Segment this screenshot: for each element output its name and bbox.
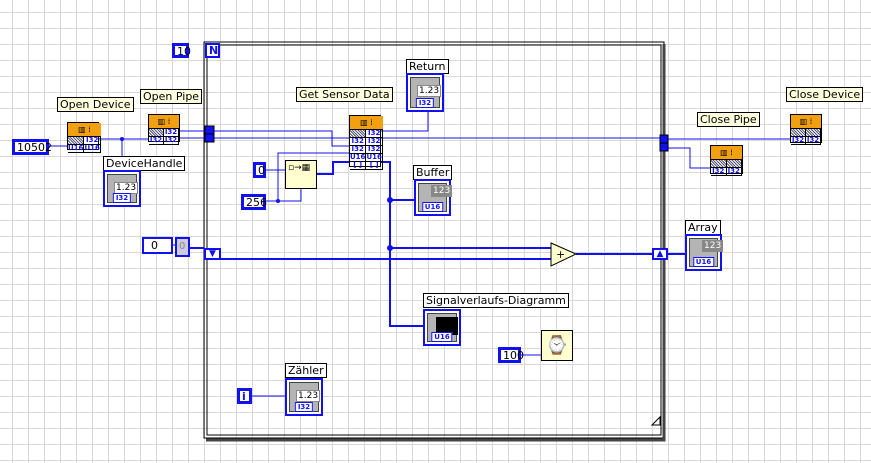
iteration-terminal[interactable]: i xyxy=(237,388,252,404)
terminal[interactable]: U16 xyxy=(68,145,85,153)
type-badge: I32 xyxy=(415,98,435,108)
close-device-node[interactable]: ▥ ⁞ I32 I32 xyxy=(790,114,822,145)
open-pipe-node[interactable]: ▥ ⁞ I32 I32 I32 xyxy=(148,114,180,145)
terminal[interactable]: I32 xyxy=(806,137,821,145)
buffer-label: Buffer xyxy=(413,165,453,180)
graph-label: Signalverlaufs-Diagramm xyxy=(423,293,569,308)
terminal[interactable]: I32 xyxy=(711,168,727,176)
value: 1.23 xyxy=(417,85,442,97)
type-badge: U16 xyxy=(692,257,715,267)
vendor-id-constant[interactable]: 10502 xyxy=(12,139,52,155)
array-label: Array xyxy=(685,220,721,235)
terminal[interactable]: I32 xyxy=(164,137,179,145)
init-element-constant[interactable]: 0 xyxy=(253,162,266,178)
get-sensor-data-node[interactable]: ▥ ⁞ I32 I32 I32 I32 I32 U16 U16[ ][ ] xyxy=(349,115,383,170)
return-indicator[interactable]: 1.23 I32 xyxy=(406,73,444,112)
terminal[interactable]: I32 xyxy=(726,168,742,176)
terminal[interactable]: I32 xyxy=(149,137,164,145)
terminal[interactable]: [ ] xyxy=(366,162,383,170)
type-badge: U16 xyxy=(431,332,453,342)
shift-init-array-constant[interactable]: 0 xyxy=(175,237,190,257)
type-badge: U16 xyxy=(421,202,444,212)
node-icon: ▥ ⁞ xyxy=(711,146,742,160)
wait-ms-constant[interactable]: 100 xyxy=(498,347,524,363)
close-pipe-node[interactable]: ▥ ⁞ I32 I32 xyxy=(710,145,743,176)
open-device-label: Open Device xyxy=(57,97,134,112)
shift-register-left-icon[interactable]: ▼ xyxy=(204,248,221,260)
terminal[interactable]: [ ] xyxy=(350,162,367,170)
terminal[interactable]: I32 xyxy=(791,137,806,145)
close-device-label: Close Device xyxy=(786,87,864,102)
node-icon: ▥ ⁞ xyxy=(149,115,179,129)
node-icon: ▥ ⁞ xyxy=(350,116,383,130)
node-icon: ▥ ⁞ xyxy=(791,115,821,129)
count-terminal[interactable]: N xyxy=(205,43,220,58)
add-symbol: + xyxy=(556,248,565,261)
get-sensor-data-label: Get Sensor Data xyxy=(296,87,393,102)
value: 1.23 xyxy=(296,390,321,402)
counter-indicator[interactable]: 1.23 I32 xyxy=(285,378,323,416)
array-indicator[interactable]: 123 U16 xyxy=(685,234,724,271)
node-icon: ▥ ⁞ xyxy=(68,123,101,137)
value: 123 xyxy=(431,185,453,197)
close-pipe-label: Close Pipe xyxy=(697,112,760,127)
counter-label: Zähler xyxy=(285,363,327,378)
device-handle-label: DeviceHandle xyxy=(103,156,186,171)
shift-register-right-icon[interactable]: ▲ xyxy=(652,248,668,260)
initialize-array-icon[interactable]: ▫→▦ xyxy=(285,160,317,189)
waveform-chart-indicator[interactable]: U16 xyxy=(423,309,461,346)
loop-count-constant[interactable]: 10 xyxy=(172,43,191,58)
type-badge: I32 xyxy=(112,193,132,203)
type-badge: I32 xyxy=(294,402,314,412)
buffer-indicator[interactable]: 123 U16 xyxy=(414,179,453,216)
open-device-node[interactable]: ▥ ⁞ I32 U16 U16 xyxy=(67,122,101,153)
device-handle-indicator[interactable]: 1.23 I32 xyxy=(103,170,141,207)
return-label: Return xyxy=(406,59,449,74)
wait-clock-icon[interactable]: ⌚ xyxy=(541,330,573,361)
array-size-constant[interactable]: 256 xyxy=(241,194,267,210)
terminal[interactable]: U16 xyxy=(84,145,101,153)
value: 123 xyxy=(702,240,724,252)
shift-init-index[interactable]: 0 xyxy=(142,237,173,254)
open-pipe-label: Open Pipe xyxy=(140,89,203,104)
